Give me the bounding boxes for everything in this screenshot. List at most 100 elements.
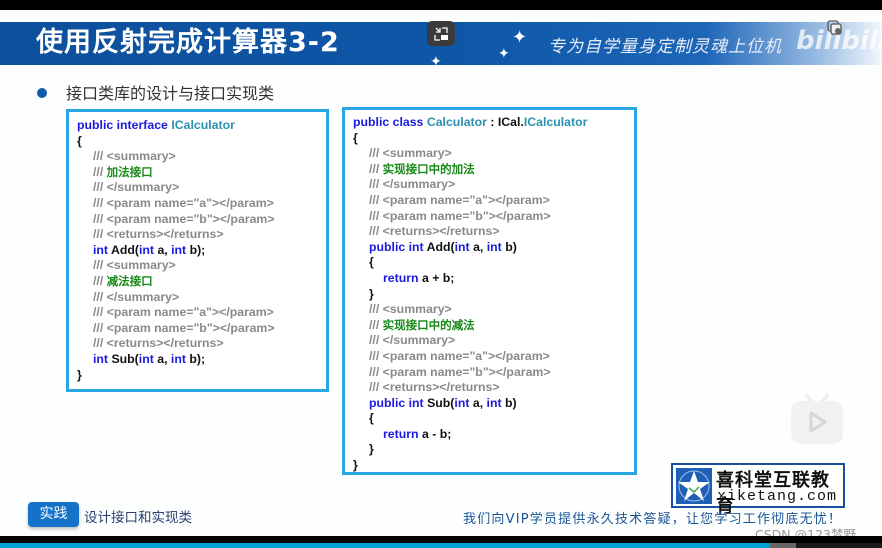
- code-comment: /// 实现接口中的加法: [353, 162, 626, 178]
- picture-in-picture-button[interactable]: [427, 21, 455, 46]
- sparkle-icon: ✦: [512, 27, 528, 47]
- keyword: public class: [353, 115, 427, 129]
- code-line: {: [353, 130, 358, 145]
- code-text: b);: [186, 242, 206, 257]
- method-signature-add: public int Add(int a, int b): [353, 240, 626, 256]
- code-comment: /// </summary>: [93, 180, 180, 195]
- keyword: int: [171, 242, 187, 257]
- code-comment: /// <param name="b"></param>: [93, 211, 275, 226]
- code-line: public class Calculator : ICal.ICalculat…: [353, 115, 626, 131]
- code-text: a - b;: [418, 426, 452, 441]
- keyword: int: [170, 351, 186, 366]
- code-line: public interface ICalculator: [77, 118, 318, 134]
- code-comment: /// <param name="a"></param>: [369, 192, 550, 207]
- code-text: a,: [154, 242, 172, 257]
- code-comment: /// <summary>: [369, 302, 452, 317]
- class-code-box: public class Calculator : ICal.ICalculat…: [342, 107, 637, 475]
- method-signature-sub: int Sub(int a, int b);: [77, 352, 318, 368]
- sparkle-icon: ✦: [498, 45, 510, 61]
- slide-title: 使用反射完成计算器3-2: [36, 27, 340, 58]
- screenshot-icon[interactable]: [826, 19, 844, 37]
- keyword: int: [454, 239, 470, 254]
- comment-prefix: ///: [369, 317, 383, 332]
- code-comment: /// </summary>: [369, 333, 456, 348]
- return-statement: return a + b;: [353, 271, 626, 287]
- code-comment: /// <returns></returns>: [369, 224, 500, 239]
- code-comment: /// 实现接口中的减法: [353, 318, 626, 334]
- code-line: {: [77, 133, 82, 148]
- keyword: public int: [369, 395, 424, 410]
- code-comment: /// <summary>: [93, 149, 176, 164]
- chinese-comment: 实现接口中的加法: [382, 161, 475, 176]
- chinese-comment: 加法接口: [106, 164, 153, 179]
- code-text: b): [501, 239, 517, 254]
- sparkle-icon: ✦: [430, 53, 442, 69]
- keyword: int: [486, 239, 502, 254]
- code-comment: /// <returns></returns>: [93, 336, 224, 351]
- keyword: public int: [369, 239, 424, 254]
- section-subtitle: 接口类库的设计与接口实现类: [66, 84, 275, 103]
- code-comment: /// <param name="a"></param>: [93, 195, 274, 210]
- code-text: : ICal.: [486, 115, 524, 129]
- bilibili-play-icon[interactable]: [789, 392, 845, 446]
- method-signature-add: int Add(int a, int b);: [77, 243, 318, 259]
- code-text: b);: [185, 351, 206, 366]
- comment-prefix: ///: [369, 161, 383, 176]
- star-emblem-icon: [676, 468, 712, 504]
- code-text: a,: [153, 351, 171, 366]
- code-comment: /// <summary>: [93, 258, 176, 273]
- keyword: return: [383, 270, 419, 285]
- code-text: b): [501, 395, 517, 410]
- keyword: int: [454, 395, 470, 410]
- code-line: {: [369, 411, 374, 426]
- return-statement: return a - b;: [353, 427, 626, 443]
- pip-icon: [434, 26, 448, 41]
- brand-url: xiketang.com: [717, 488, 838, 505]
- type-name: ICalculator: [523, 115, 588, 129]
- code-comment: /// <summary>: [369, 146, 452, 161]
- keyword: public interface: [77, 118, 172, 132]
- practice-badge: 实践: [28, 502, 79, 527]
- method-signature-sub: public int Sub(int a, int b): [353, 396, 626, 412]
- keyword: int: [486, 395, 502, 410]
- code-text: a + b;: [418, 270, 455, 285]
- top-letterbox: [0, 0, 882, 10]
- code-comment: /// 加法接口: [77, 165, 318, 181]
- code-text: a,: [469, 239, 487, 254]
- keyword: int: [93, 242, 109, 257]
- code-line: }: [369, 286, 374, 301]
- code-line: }: [369, 442, 374, 457]
- slogan: 专为自学量身定制灵魂上位机: [548, 37, 782, 57]
- interface-code-box: public interface ICalculator { /// <summ…: [66, 109, 329, 392]
- code-comment: /// 减法接口: [77, 274, 318, 290]
- code-text: a,: [469, 395, 487, 410]
- keyword: int: [93, 351, 109, 366]
- code-line: }: [353, 458, 358, 473]
- video-progress-bar[interactable]: [0, 543, 882, 548]
- video-slide[interactable]: 使用反射完成计算器3-2 ✦ ✦ ✦ 专为自学量身定制灵魂上位机 bilibil…: [0, 10, 882, 536]
- brand-logo-box: 喜科堂互联教育 xiketang.com: [671, 463, 845, 517]
- code-comment: /// <param name="a"></param>: [93, 305, 274, 320]
- chinese-comment: 实现接口中的减法: [382, 317, 475, 332]
- code-line: }: [77, 367, 82, 382]
- code-comment: /// <param name="a"></param>: [369, 348, 550, 363]
- practice-text: 设计接口和实现类: [84, 510, 192, 526]
- progress-played: [0, 543, 770, 548]
- type-name: ICalculator: [171, 118, 235, 132]
- comment-prefix: ///: [93, 273, 107, 288]
- keyword: int: [138, 351, 154, 366]
- code-comment: /// <returns></returns>: [93, 227, 224, 242]
- code-text: Sub(: [423, 395, 455, 410]
- code-comment: /// <param name="b"></param>: [93, 320, 275, 335]
- comment-prefix: ///: [93, 164, 107, 179]
- code-comment: /// <param name="b"></param>: [369, 208, 551, 223]
- type-name: Calculator: [426, 115, 487, 129]
- code-text: Sub(: [108, 351, 139, 366]
- code-line: {: [369, 255, 374, 270]
- code-comment: /// <param name="b"></param>: [369, 364, 551, 379]
- keyword: int: [139, 242, 155, 257]
- keyword: return: [383, 426, 419, 441]
- bullet-dot: [37, 88, 47, 98]
- code-comment: /// </summary>: [369, 177, 456, 192]
- code-comment: /// </summary>: [93, 289, 180, 304]
